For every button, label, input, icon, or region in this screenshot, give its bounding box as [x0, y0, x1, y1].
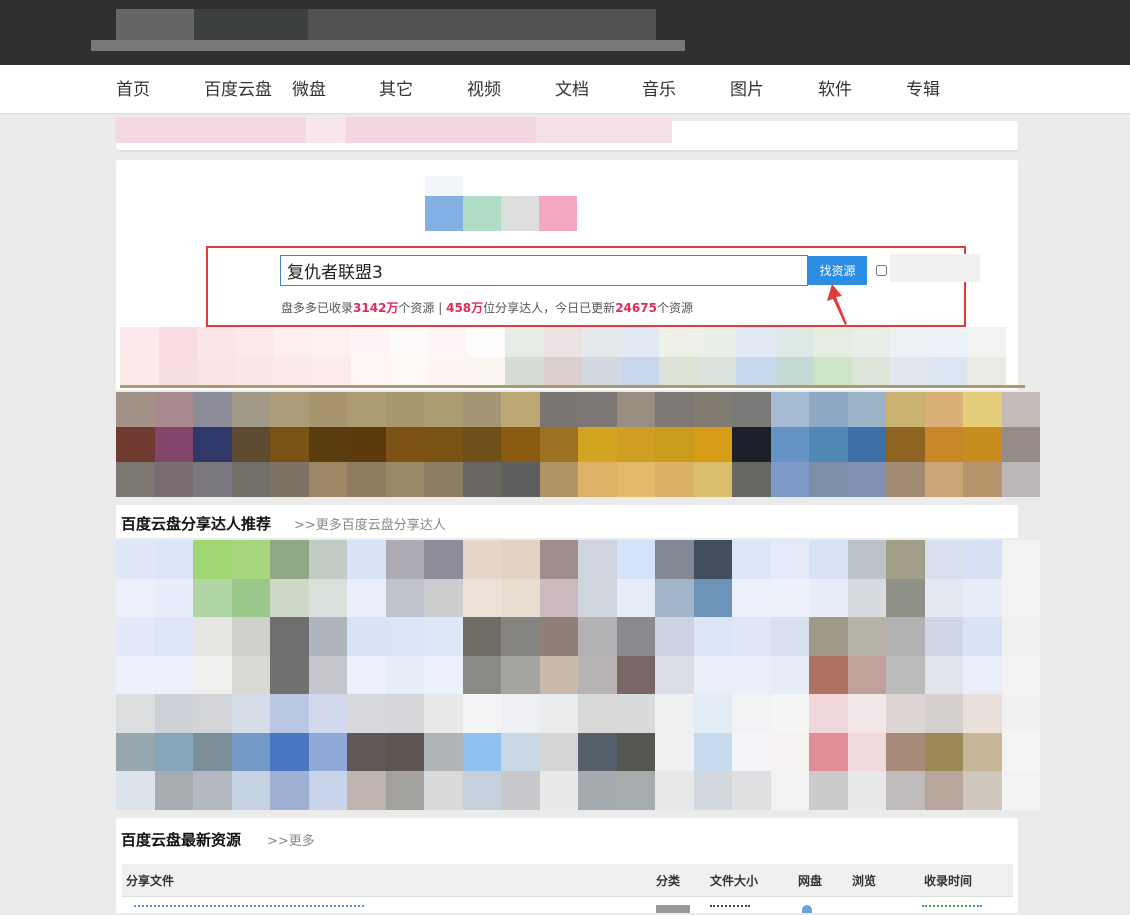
stats-sharer-count: 458万 [446, 301, 484, 315]
nav-software[interactable]: 软件 [818, 75, 852, 100]
nav-other[interactable]: 其它 [379, 75, 413, 100]
col-header-category[interactable]: 分类 [656, 872, 680, 889]
stats-suffix: 个资源 [656, 301, 693, 315]
table-row[interactable] [122, 905, 1013, 913]
baidu-pan-icon [802, 905, 812, 913]
blurred-site-logo [425, 176, 579, 231]
row-time [922, 905, 982, 915]
site-header [0, 0, 1130, 65]
col-header-views[interactable]: 浏览 [852, 872, 876, 889]
recommend-title: 百度云盘分享达人推荐 [121, 515, 272, 533]
main-nav: 首页 百度云盘 微盘 其它 视频 文档 音乐 图片 软件 专辑 [0, 65, 1130, 114]
row-category-badge [656, 905, 690, 913]
stats-today-count: 24675 [615, 301, 657, 315]
latest-title: 百度云盘最新资源 [121, 831, 242, 849]
blurred-thumbnail-row [120, 357, 1006, 387]
blurred-banner [116, 117, 1018, 150]
nav-docs[interactable]: 文档 [555, 75, 589, 100]
blurred-thumbnail-grid [116, 392, 1040, 497]
latest-more-link[interactable]: >>更多 [267, 830, 315, 849]
nav-home[interactable]: 首页 [116, 75, 150, 100]
annotation-arrow-icon [827, 284, 847, 325]
search-input[interactable] [280, 255, 808, 286]
stats-mid2: 位分享达人，今日已更新 [483, 301, 616, 315]
search-option-checkbox[interactable] [876, 265, 887, 276]
blurred-thumbnail-row [120, 327, 1006, 357]
blurred-banner-content [116, 117, 672, 143]
recommend-more-link[interactable]: >>更多百度云盘分享达人 [294, 514, 446, 533]
blurred-divider [120, 385, 1025, 388]
site-stats: 盘多多已收录3142万个资源 | 458万位分享达人，今日已更新24675个资源 [281, 299, 693, 316]
blurred-avatar-grid [116, 540, 1040, 810]
col-header-time[interactable]: 收录时间 [924, 872, 972, 889]
resource-table-header: 分享文件 分类 文件大小 网盘 浏览 收录时间 [122, 864, 1013, 897]
nav-images[interactable]: 图片 [730, 75, 764, 100]
row-file-link[interactable] [134, 905, 364, 915]
stats-prefix: 盘多多已收录 [281, 301, 354, 315]
col-header-file[interactable]: 分享文件 [126, 872, 174, 889]
stats-resource-count: 3142万 [353, 301, 399, 315]
stats-mid1: 个资源 | [398, 301, 447, 315]
row-size [710, 905, 750, 915]
blurred-checkbox-label [890, 254, 980, 282]
nav-music[interactable]: 音乐 [642, 75, 676, 100]
col-header-size[interactable]: 文件大小 [710, 872, 758, 889]
nav-video[interactable]: 视频 [467, 75, 501, 100]
nav-albums[interactable]: 专辑 [906, 75, 940, 100]
blurred-tagline [91, 40, 685, 51]
col-header-pan[interactable]: 网盘 [798, 872, 822, 889]
nav-weipan[interactable]: 微盘 [292, 75, 326, 100]
nav-baidu-pan[interactable]: 百度云盘 [204, 75, 272, 100]
search-button[interactable]: 找资源 [808, 256, 867, 285]
blurred-logo [116, 9, 656, 40]
